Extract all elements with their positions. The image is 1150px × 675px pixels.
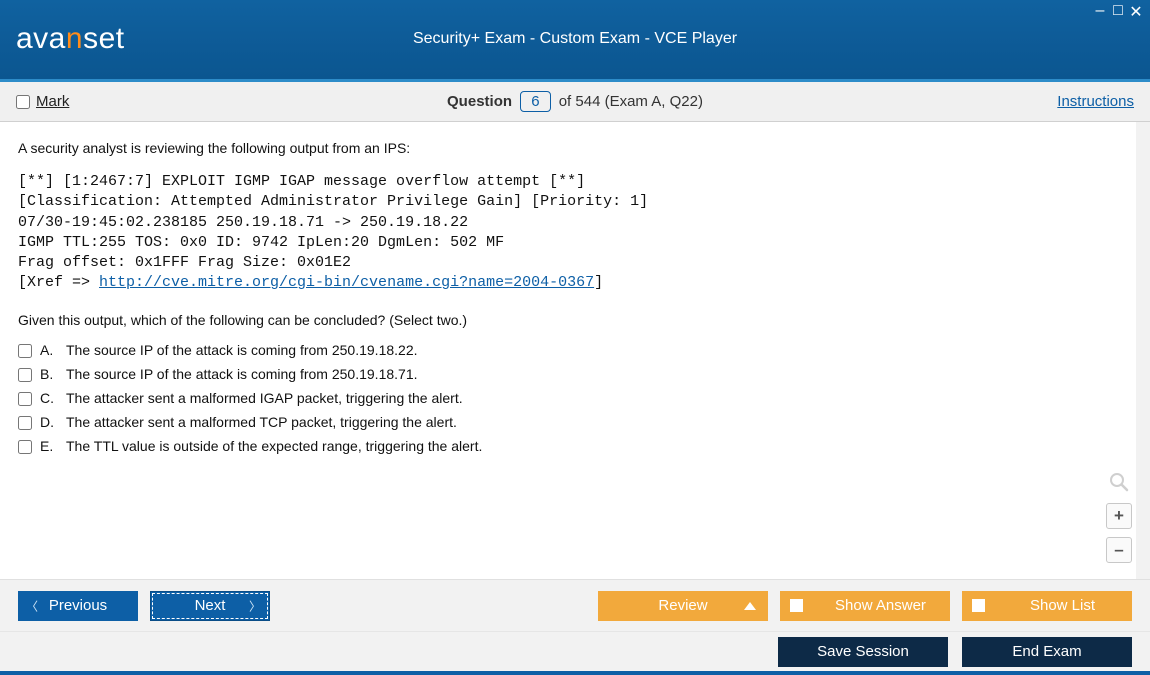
triangle-up-icon xyxy=(744,602,756,610)
zoom-in-button[interactable]: + xyxy=(1106,503,1132,529)
next-button[interactable]: Next 〉 xyxy=(150,591,270,621)
show-list-button[interactable]: Show List xyxy=(962,591,1132,621)
bottom-bar: Save Session End Exam xyxy=(0,631,1150,675)
answer-checkbox[interactable] xyxy=(18,440,32,454)
close-icon[interactable]: ✕ xyxy=(1128,2,1144,22)
answer-row[interactable]: D. The attacker sent a malformed TCP pack… xyxy=(18,414,1118,430)
log-line: IGMP TTL:255 TOS: 0x0 ID: 9742 IpLen:20 … xyxy=(18,234,504,251)
answer-row[interactable]: B. The source IP of the attack is coming … xyxy=(18,366,1118,382)
chevron-right-icon: 〉 xyxy=(249,597,261,614)
log-line: 07/30-19:45:02.238185 250.19.18.71 -> 25… xyxy=(18,214,468,231)
title-bar: – □ ✕ avanset Security+ Exam - Custom Ex… xyxy=(0,0,1150,82)
info-bar: Mark Question 6 of 544 (Exam A, Q22) Ins… xyxy=(0,82,1150,122)
previous-button[interactable]: 〈 Previous xyxy=(18,591,138,621)
ips-output: [**] [1:2467:7] EXPLOIT IGMP IGAP messag… xyxy=(18,172,1118,294)
answer-checkbox[interactable] xyxy=(18,344,32,358)
answer-letter: E. xyxy=(40,438,58,454)
button-label: Next xyxy=(195,597,226,614)
answer-checkbox[interactable] xyxy=(18,392,32,406)
question-position: Question 6 of 544 (Exam A, Q22) xyxy=(0,91,1150,112)
answer-row[interactable]: A. The source IP of the attack is coming … xyxy=(18,342,1118,358)
question-number-box[interactable]: 6 xyxy=(520,91,550,112)
answer-checkbox[interactable] xyxy=(18,368,32,382)
log-line: [**] [1:2467:7] EXPLOIT IGMP IGAP messag… xyxy=(18,173,585,190)
question-total: of 544 (Exam A, Q22) xyxy=(559,93,703,110)
answer-text: The TTL value is outside of the expected… xyxy=(66,438,482,454)
question-word: Question xyxy=(447,93,512,110)
button-label: Show Answer xyxy=(833,597,950,614)
question-content: A security analyst is reviewing the foll… xyxy=(0,122,1150,579)
checkbox-icon[interactable] xyxy=(790,599,803,612)
log-line: [Classification: Attempted Administrator… xyxy=(18,193,648,210)
zoom-out-button[interactable]: – xyxy=(1106,537,1132,563)
question-subprompt: Given this output, which of the followin… xyxy=(18,312,1118,328)
window-title: Security+ Exam - Custom Exam - VCE Playe… xyxy=(0,30,1150,48)
magnifier-icon[interactable] xyxy=(1106,469,1132,495)
answer-row[interactable]: C. The attacker sent a malformed IGAP pac… xyxy=(18,390,1118,406)
answer-letter: C. xyxy=(40,390,58,406)
end-exam-button[interactable]: End Exam xyxy=(962,637,1132,667)
answer-letter: B. xyxy=(40,366,58,382)
button-label: Review xyxy=(658,597,707,614)
log-line: ] xyxy=(594,274,603,291)
checkbox-icon[interactable] xyxy=(972,599,985,612)
button-label: Previous xyxy=(49,597,107,614)
log-line: Frag offset: 0x1FFF Frag Size: 0x01E2 xyxy=(18,254,351,271)
question-prompt: A security analyst is reviewing the foll… xyxy=(18,140,1118,156)
button-label: Show List xyxy=(1015,597,1132,614)
answer-letter: D. xyxy=(40,414,58,430)
zoom-tools: + – xyxy=(1106,469,1132,563)
answer-text: The attacker sent a malformed TCP packet… xyxy=(66,414,457,430)
answer-text: The source IP of the attack is coming fr… xyxy=(66,342,418,358)
maximize-icon[interactable]: □ xyxy=(1110,2,1126,22)
review-button[interactable]: Review xyxy=(598,591,768,621)
save-session-button[interactable]: Save Session xyxy=(778,637,948,667)
nav-bar: 〈 Previous Next 〉 Review Show Answer Sho… xyxy=(0,579,1150,631)
answer-letter: A. xyxy=(40,342,58,358)
answer-checkbox[interactable] xyxy=(18,416,32,430)
cve-link[interactable]: http://cve.mitre.org/cgi-bin/cvename.cgi… xyxy=(99,274,594,291)
answer-text: The attacker sent a malformed IGAP packe… xyxy=(66,390,463,406)
log-line: [Xref => xyxy=(18,274,99,291)
answer-row[interactable]: E. The TTL value is outside of the expect… xyxy=(18,438,1118,454)
chevron-left-icon: 〈 xyxy=(26,597,38,614)
minimize-icon[interactable]: – xyxy=(1092,2,1108,22)
answer-list: A. The source IP of the attack is coming … xyxy=(18,342,1118,454)
show-answer-button[interactable]: Show Answer xyxy=(780,591,950,621)
answer-text: The source IP of the attack is coming fr… xyxy=(66,366,418,382)
